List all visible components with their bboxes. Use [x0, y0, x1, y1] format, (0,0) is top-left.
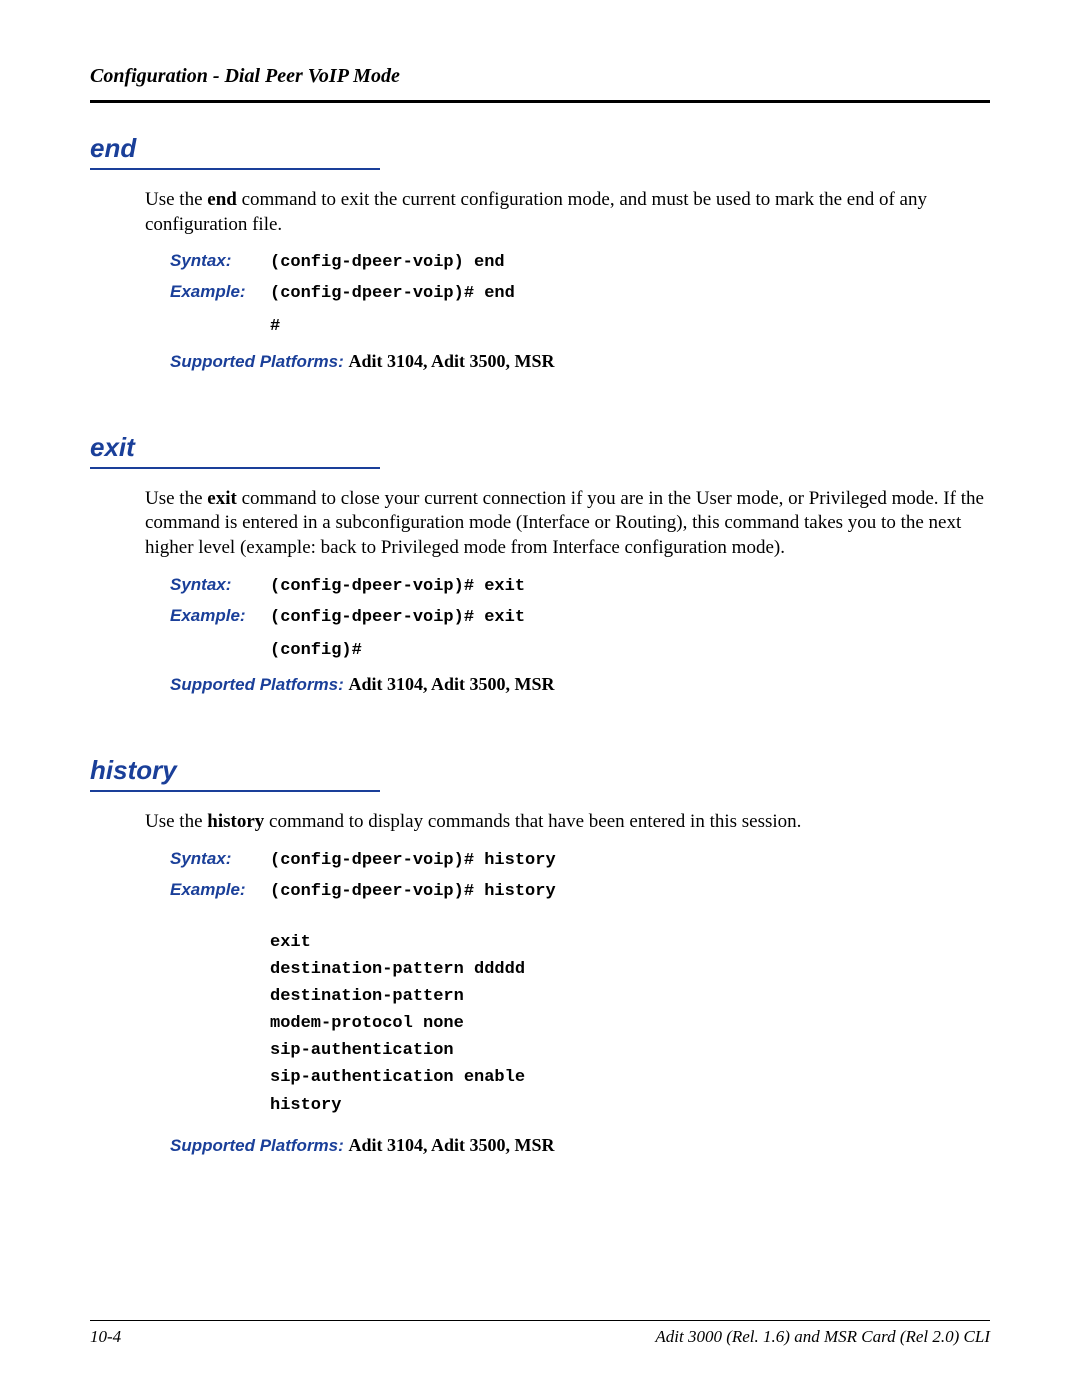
section-title-end: end: [90, 133, 990, 164]
page-footer: 10-4 Adit 3000 (Rel. 1.6) and MSR Card (…: [90, 1320, 990, 1347]
cmd-name: history: [207, 811, 264, 832]
example-block: exit destination-pattern ddddd destinati…: [270, 929, 990, 1119]
desc-end: Use the end command to exit the current …: [145, 188, 990, 237]
title-underline: [90, 168, 380, 170]
footer-rule: [90, 1320, 990, 1321]
title-underline: [90, 467, 380, 469]
example-label: Example:: [170, 606, 270, 626]
section-title-exit: exit: [90, 432, 990, 463]
text: command to close your current connection…: [145, 488, 984, 558]
platforms-label: Supported Platforms:: [170, 1136, 349, 1155]
page: Configuration - Dial Peer VoIP Mode end …: [0, 0, 1080, 1397]
syntax-label: Syntax:: [170, 575, 270, 595]
platforms-value: Adit 3104, Adit 3500, MSR: [349, 674, 555, 694]
section-end: end Use the end command to exit the curr…: [90, 133, 990, 372]
platforms-row: Supported Platforms: Adit 3104, Adit 350…: [170, 351, 990, 372]
cmd-name: end: [207, 189, 237, 210]
text: command to display commands that have be…: [264, 811, 801, 832]
text: command to exit the current configuratio…: [145, 189, 927, 235]
example-value: (config-dpeer-voip)# history: [270, 882, 556, 901]
text: Use the: [145, 189, 207, 210]
example-row: Example: (config-dpeer-voip)# end: [170, 282, 990, 303]
section-exit: exit Use the exit command to close your …: [90, 432, 990, 695]
text: Use the: [145, 811, 207, 832]
syntax-row: Syntax: (config-dpeer-voip)# history: [170, 849, 990, 870]
platforms-value: Adit 3104, Adit 3500, MSR: [349, 351, 555, 371]
page-number: 10-4: [90, 1327, 121, 1347]
platforms-row: Supported Platforms: Adit 3104, Adit 350…: [170, 674, 990, 695]
platforms-label: Supported Platforms:: [170, 675, 349, 694]
platforms-label: Supported Platforms:: [170, 352, 349, 371]
example-value: (config-dpeer-voip)# end: [270, 284, 515, 303]
syntax-row: Syntax: (config-dpeer-voip)# exit: [170, 575, 990, 596]
section-history: history Use the history command to displ…: [90, 755, 990, 1156]
example-label: Example:: [170, 282, 270, 302]
example-row: Example: (config-dpeer-voip)# exit: [170, 606, 990, 627]
platforms-row: Supported Platforms: Adit 3104, Adit 350…: [170, 1135, 990, 1156]
syntax-value: (config-dpeer-voip)# exit: [270, 577, 525, 596]
title-underline: [90, 790, 380, 792]
example-value: (config-dpeer-voip)# exit: [270, 608, 525, 627]
example-label: Example:: [170, 880, 270, 900]
syntax-value: (config-dpeer-voip) end: [270, 253, 505, 272]
syntax-value: (config-dpeer-voip)# history: [270, 851, 556, 870]
example-extra: (config)#: [270, 637, 990, 664]
syntax-label: Syntax:: [170, 849, 270, 869]
desc-history: Use the history command to display comma…: [145, 810, 990, 835]
desc-exit: Use the exit command to close your curre…: [145, 487, 990, 561]
syntax-label: Syntax:: [170, 251, 270, 271]
text: Use the: [145, 488, 207, 509]
example-row: Example: (config-dpeer-voip)# history: [170, 880, 990, 901]
header-rule: [90, 100, 990, 103]
example-extra: #: [270, 313, 990, 340]
section-title-history: history: [90, 755, 990, 786]
running-header: Configuration - Dial Peer VoIP Mode: [90, 65, 990, 88]
doc-title-footer: Adit 3000 (Rel. 1.6) and MSR Card (Rel 2…: [655, 1327, 990, 1347]
cmd-name: exit: [207, 488, 237, 509]
syntax-row: Syntax: (config-dpeer-voip) end: [170, 251, 990, 272]
platforms-value: Adit 3104, Adit 3500, MSR: [349, 1135, 555, 1155]
